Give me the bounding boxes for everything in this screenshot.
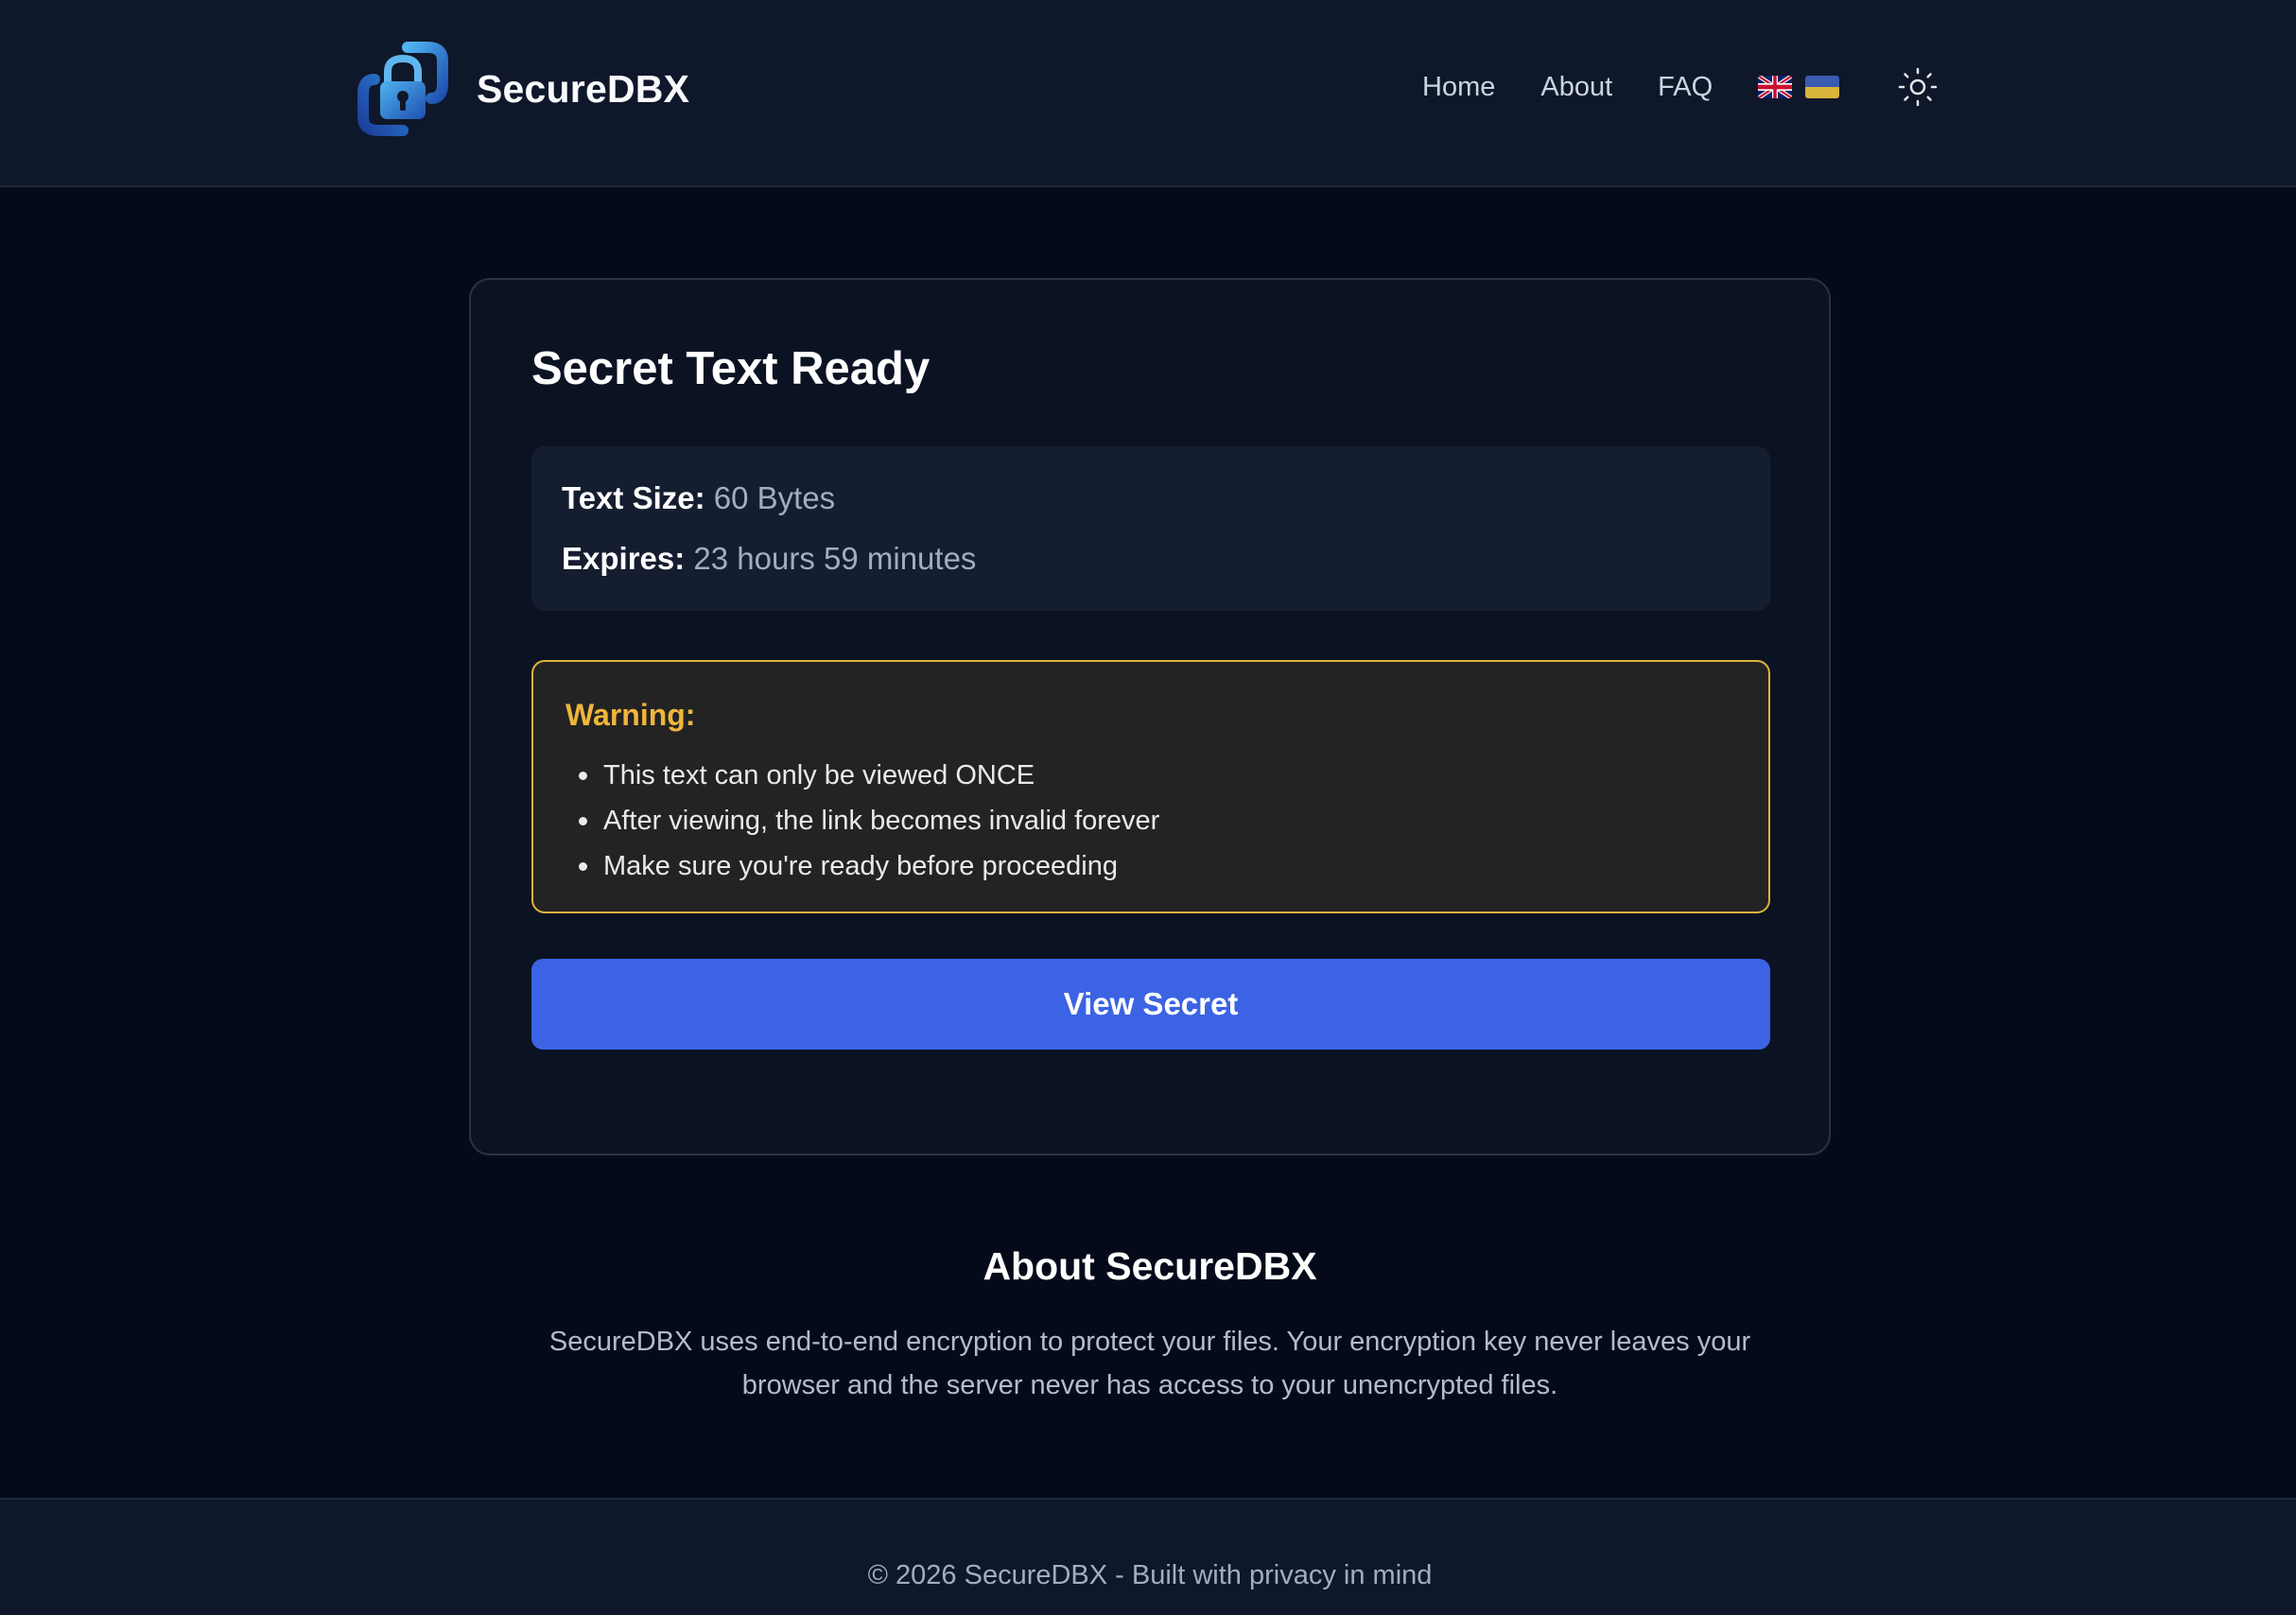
warning-panel: Warning: This text can only be viewed ON…	[531, 660, 1770, 913]
text-size-label: Text Size:	[562, 480, 705, 515]
sun-icon[interactable]	[1897, 66, 1939, 108]
card-title: Secret Text Ready	[531, 343, 931, 394]
text-size-row: Text Size: 60 Bytes	[562, 480, 835, 516]
site-header: SecureDBX Home About FAQ	[0, 0, 2296, 187]
warning-title: Warning:	[565, 698, 696, 732]
warning-item: Make sure you're ready before proceeding	[565, 843, 1159, 889]
brand[interactable]: SecureDBX	[356, 42, 689, 136]
text-size-value: 60 Bytes	[713, 480, 836, 515]
nav-about-link[interactable]: About	[1540, 72, 1612, 103]
nav-home-link[interactable]: Home	[1422, 72, 1495, 103]
footer-copyright: © 2026 SecureDBX - Built with privacy in…	[867, 1560, 1433, 1590]
site-footer: © 2026 SecureDBX - Built with privacy in…	[0, 1498, 2296, 1615]
secret-info-panel: Text Size: 60 Bytes Expires: 23 hours 59…	[531, 446, 1770, 611]
warning-item: After viewing, the link becomes invalid …	[565, 798, 1159, 843]
main-nav: Home About FAQ	[1422, 59, 1840, 115]
about-title: About SecureDBX	[983, 1244, 1317, 1288]
expires-value: 23 hours 59 minutes	[693, 541, 977, 576]
warning-item: This text can only be viewed ONCE	[565, 753, 1159, 798]
lock-logo-icon	[357, 42, 448, 136]
expires-row: Expires: 23 hours 59 minutes	[562, 541, 976, 577]
nav-faq-link[interactable]: FAQ	[1658, 72, 1713, 103]
warning-list: This text can only be viewed ONCE After …	[565, 753, 1159, 889]
brand-name: SecureDBX	[477, 66, 690, 111]
en-flag-icon[interactable]	[1758, 76, 1793, 98]
expires-label: Expires:	[562, 541, 686, 576]
view-secret-button[interactable]: View Secret	[531, 959, 1770, 1050]
about-text: SecureDBX uses end-to-end encryption to …	[548, 1327, 1751, 1400]
secret-card: Secret Text Ready Text Size: 60 Bytes Ex…	[469, 278, 1831, 1155]
ua-flag-icon[interactable]	[1805, 76, 1840, 98]
